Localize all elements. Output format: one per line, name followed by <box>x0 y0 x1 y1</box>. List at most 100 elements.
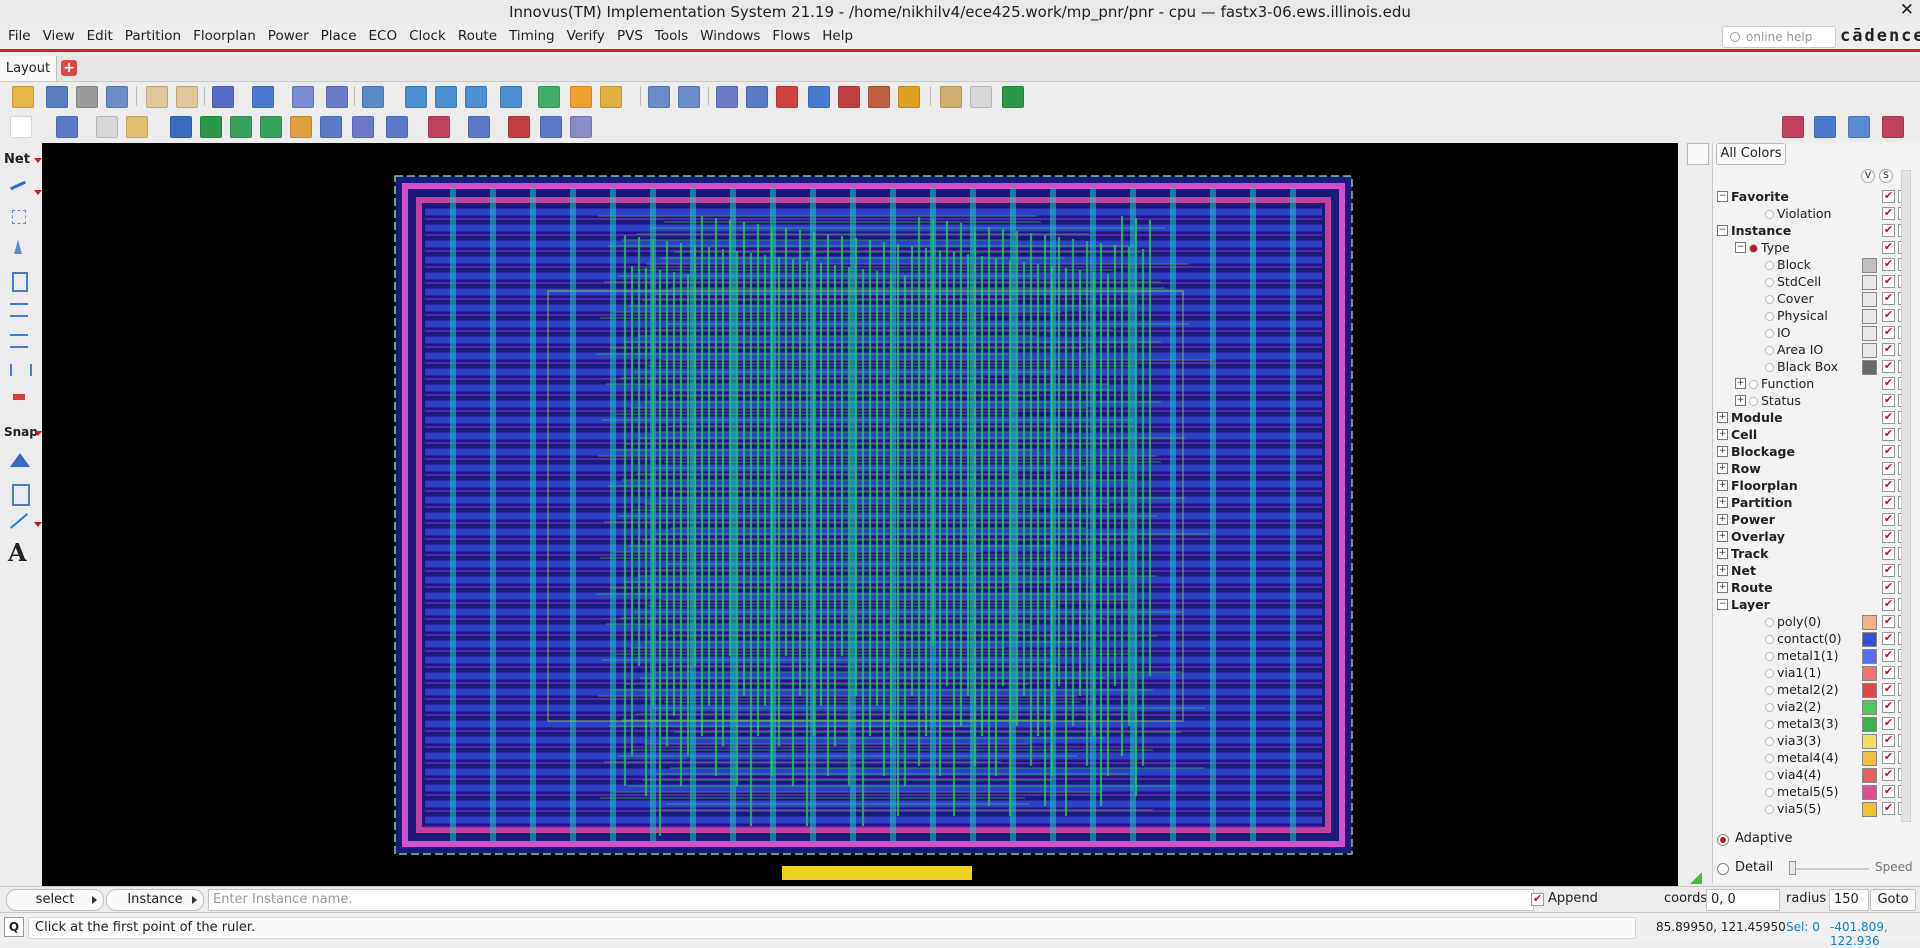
visible-checkbox[interactable]: ✔ <box>1882 530 1895 543</box>
menu-verify[interactable]: Verify <box>561 24 611 48</box>
net-select-icon[interactable] <box>252 86 274 108</box>
tree-row-stdcell[interactable]: StdCell✔✔ <box>1717 273 1911 290</box>
tree-row-track[interactable]: +Track✔✔ <box>1717 545 1911 562</box>
visibility-dot-icon[interactable] <box>1765 261 1774 270</box>
expand-icon[interactable]: + <box>1717 480 1728 491</box>
layers-icon[interactable] <box>570 116 592 138</box>
text-icon[interactable] <box>320 116 342 138</box>
object-type-button[interactable]: Instance <box>106 889 204 911</box>
pan-icon[interactable] <box>538 86 560 108</box>
layer-color-swatch[interactable] <box>1862 326 1877 341</box>
stretch-icon[interactable] <box>468 116 490 138</box>
spread-tool-icon[interactable] <box>10 364 32 376</box>
tree-row-row[interactable]: +Row✔✔ <box>1717 460 1911 477</box>
snowflake-icon[interactable] <box>56 116 78 138</box>
visible-checkbox[interactable]: ✔ <box>1882 292 1895 305</box>
coords-input[interactable]: 0, 0 <box>1706 889 1780 911</box>
visibility-dot-icon[interactable] <box>1765 686 1774 695</box>
slider-handle[interactable] <box>1789 861 1796 875</box>
tree-row-instance[interactable]: −Instance✔✔ <box>1717 222 1911 239</box>
move-icon[interactable] <box>508 116 530 138</box>
box-select-icon[interactable] <box>352 116 374 138</box>
visible-checkbox[interactable]: ✔ <box>1882 496 1895 509</box>
tree-row-metal1-1[interactable]: metal1(1)✔✔ <box>1717 647 1911 664</box>
place-cell-icon[interactable] <box>260 116 282 138</box>
visibility-dot-icon[interactable] <box>1765 771 1774 780</box>
expand-icon[interactable]: + <box>1717 582 1728 593</box>
wire-dropdown-icon[interactable] <box>34 190 42 195</box>
layer-color-swatch[interactable] <box>1862 615 1877 630</box>
copy-icon[interactable] <box>96 116 118 138</box>
visible-checkbox[interactable]: ✔ <box>1882 258 1895 271</box>
collapse-icon[interactable]: − <box>1735 242 1746 253</box>
instance-name-input[interactable]: Enter Instance name. <box>208 889 1534 911</box>
layer-color-swatch[interactable] <box>1862 666 1877 681</box>
tree-row-metal5-5[interactable]: metal5(5)✔✔ <box>1717 783 1911 800</box>
collapse-icon[interactable]: − <box>1717 225 1728 236</box>
visibility-dot-icon[interactable] <box>1765 329 1774 338</box>
gear-pair-icon[interactable] <box>1814 116 1836 138</box>
place-icon[interactable] <box>230 116 252 138</box>
tree-row-type[interactable]: −Type✔✔ <box>1717 239 1911 256</box>
expand-icon[interactable]: + <box>1717 565 1728 576</box>
visible-checkbox[interactable]: ✔ <box>1882 326 1895 339</box>
visible-checkbox[interactable]: ✔ <box>1882 394 1895 407</box>
visibility-dot-icon[interactable] <box>1765 652 1774 661</box>
zoom-out-icon[interactable] <box>435 86 457 108</box>
stretch-tool-icon[interactable] <box>12 272 28 292</box>
tree-row-area-io[interactable]: Area IO✔✔ <box>1717 341 1911 358</box>
visibility-dot-icon[interactable] <box>1765 210 1774 219</box>
tree-row-via4-4[interactable]: via4(4)✔✔ <box>1717 766 1911 783</box>
tree-row-io[interactable]: IO✔✔ <box>1717 324 1911 341</box>
layout-canvas[interactable] <box>42 143 1678 890</box>
menu-partition[interactable]: Partition <box>119 24 187 48</box>
visible-checkbox[interactable]: ✔ <box>1882 547 1895 560</box>
visible-checkbox[interactable]: ✔ <box>1882 224 1895 237</box>
menu-pvs[interactable]: PVS <box>611 24 649 48</box>
tree-row-status[interactable]: +Status✔✔ <box>1717 392 1911 409</box>
wire-tool-icon[interactable] <box>10 180 26 191</box>
layer-color-swatch[interactable] <box>1862 802 1877 817</box>
tree-row-metal6-6[interactable]: metal6(6)✔✔ <box>1717 817 1907 818</box>
chip-layout-view[interactable] <box>42 143 1678 890</box>
menu-clock[interactable]: Clock <box>403 24 452 48</box>
zoom-previous-icon[interactable] <box>500 86 522 108</box>
tree-row-blockage[interactable]: +Blockage✔✔ <box>1717 443 1911 460</box>
crosshair-icon[interactable] <box>12 210 26 224</box>
visible-checkbox[interactable]: ✔ <box>1882 649 1895 662</box>
tree-row-favorite[interactable]: −Favorite✔✔ <box>1717 188 1911 205</box>
expand-icon[interactable]: + <box>1717 497 1728 508</box>
query-button[interactable]: Q <box>4 917 24 937</box>
visible-checkbox[interactable]: ✔ <box>1882 581 1895 594</box>
visibility-dot-icon[interactable] <box>1765 635 1774 644</box>
tree-row-cover[interactable]: Cover✔✔ <box>1717 290 1911 307</box>
pen-tool-icon[interactable] <box>14 240 22 254</box>
add-tab-icon[interactable]: + <box>61 60 77 76</box>
menu-tools[interactable]: Tools <box>649 24 694 48</box>
net-mode-label[interactable]: Net <box>4 152 30 167</box>
violation-browser-icon[interactable] <box>838 86 860 108</box>
warning-icon[interactable] <box>776 86 798 108</box>
resize-corner-icon[interactable] <box>1690 872 1702 884</box>
debug-icon[interactable] <box>868 86 890 108</box>
expand-icon[interactable]: + <box>1717 429 1728 440</box>
visible-checkbox[interactable]: ✔ <box>1882 751 1895 764</box>
layer-color-swatch[interactable] <box>1862 768 1877 783</box>
open-folder-icon[interactable] <box>12 86 34 108</box>
move-down-icon[interactable] <box>678 86 700 108</box>
tab-layout[interactable]: Layout <box>0 56 57 81</box>
select-mode-button[interactable]: select <box>6 889 104 911</box>
cut-icon[interactable] <box>428 116 450 138</box>
align-top-icon[interactable] <box>10 303 28 317</box>
redraw-icon[interactable] <box>570 86 592 108</box>
tree-row-via3-3[interactable]: via3(3)✔✔ <box>1717 732 1911 749</box>
ruler-tool-icon[interactable] <box>9 513 29 529</box>
clipboard-icon[interactable] <box>940 86 962 108</box>
tree-row-power[interactable]: +Power✔✔ <box>1717 511 1911 528</box>
tree-row-metal3-3[interactable]: metal3(3)✔✔ <box>1717 715 1911 732</box>
layer-color-swatch[interactable] <box>1862 700 1877 715</box>
menu-route[interactable]: Route <box>452 24 503 48</box>
layer-color-swatch[interactable] <box>1862 309 1877 324</box>
tree-row-via5-5[interactable]: via5(5)✔✔ <box>1717 800 1911 817</box>
tree-row-partition[interactable]: +Partition✔✔ <box>1717 494 1911 511</box>
